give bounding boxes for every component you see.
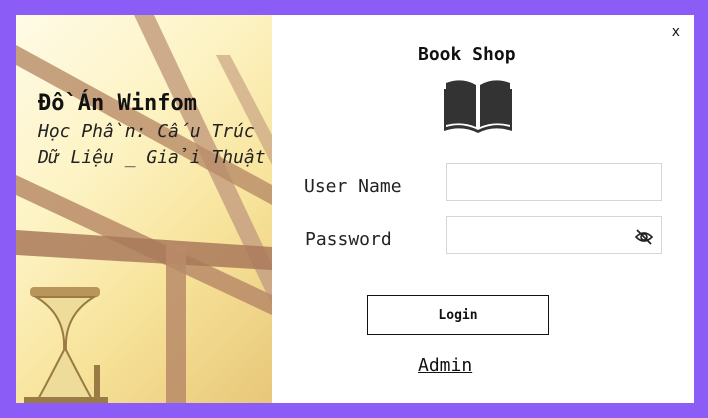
username-field[interactable] [446,163,662,201]
project-subtitle: Học Phần: Cấu Trúc Dữ Liệu _ Giải Thuật [38,121,266,168]
project-title: Đồ Án Winfom [38,91,197,116]
close-button[interactable]: x [672,24,680,40]
project-info: Đồ Án Winfom Học Phần: Cấu Trúc Dữ Liệu … [38,89,268,171]
eye-slash-icon[interactable] [634,227,654,247]
decorative-panel: Đồ Án Winfom Học Phần: Cấu Trúc Dữ Liệu … [16,15,272,403]
login-window: Đồ Án Winfom Học Phần: Cấu Trúc Dữ Liệu … [16,15,694,403]
password-field[interactable] [446,216,662,254]
admin-link[interactable]: Admin [418,355,472,376]
username-label: User Name [304,176,402,197]
password-label: Password [305,229,392,250]
book-open-icon [444,80,512,133]
login-button[interactable]: Login [367,295,549,335]
hourglass-illustration [16,15,272,403]
shop-title: Book Shop [418,44,516,65]
